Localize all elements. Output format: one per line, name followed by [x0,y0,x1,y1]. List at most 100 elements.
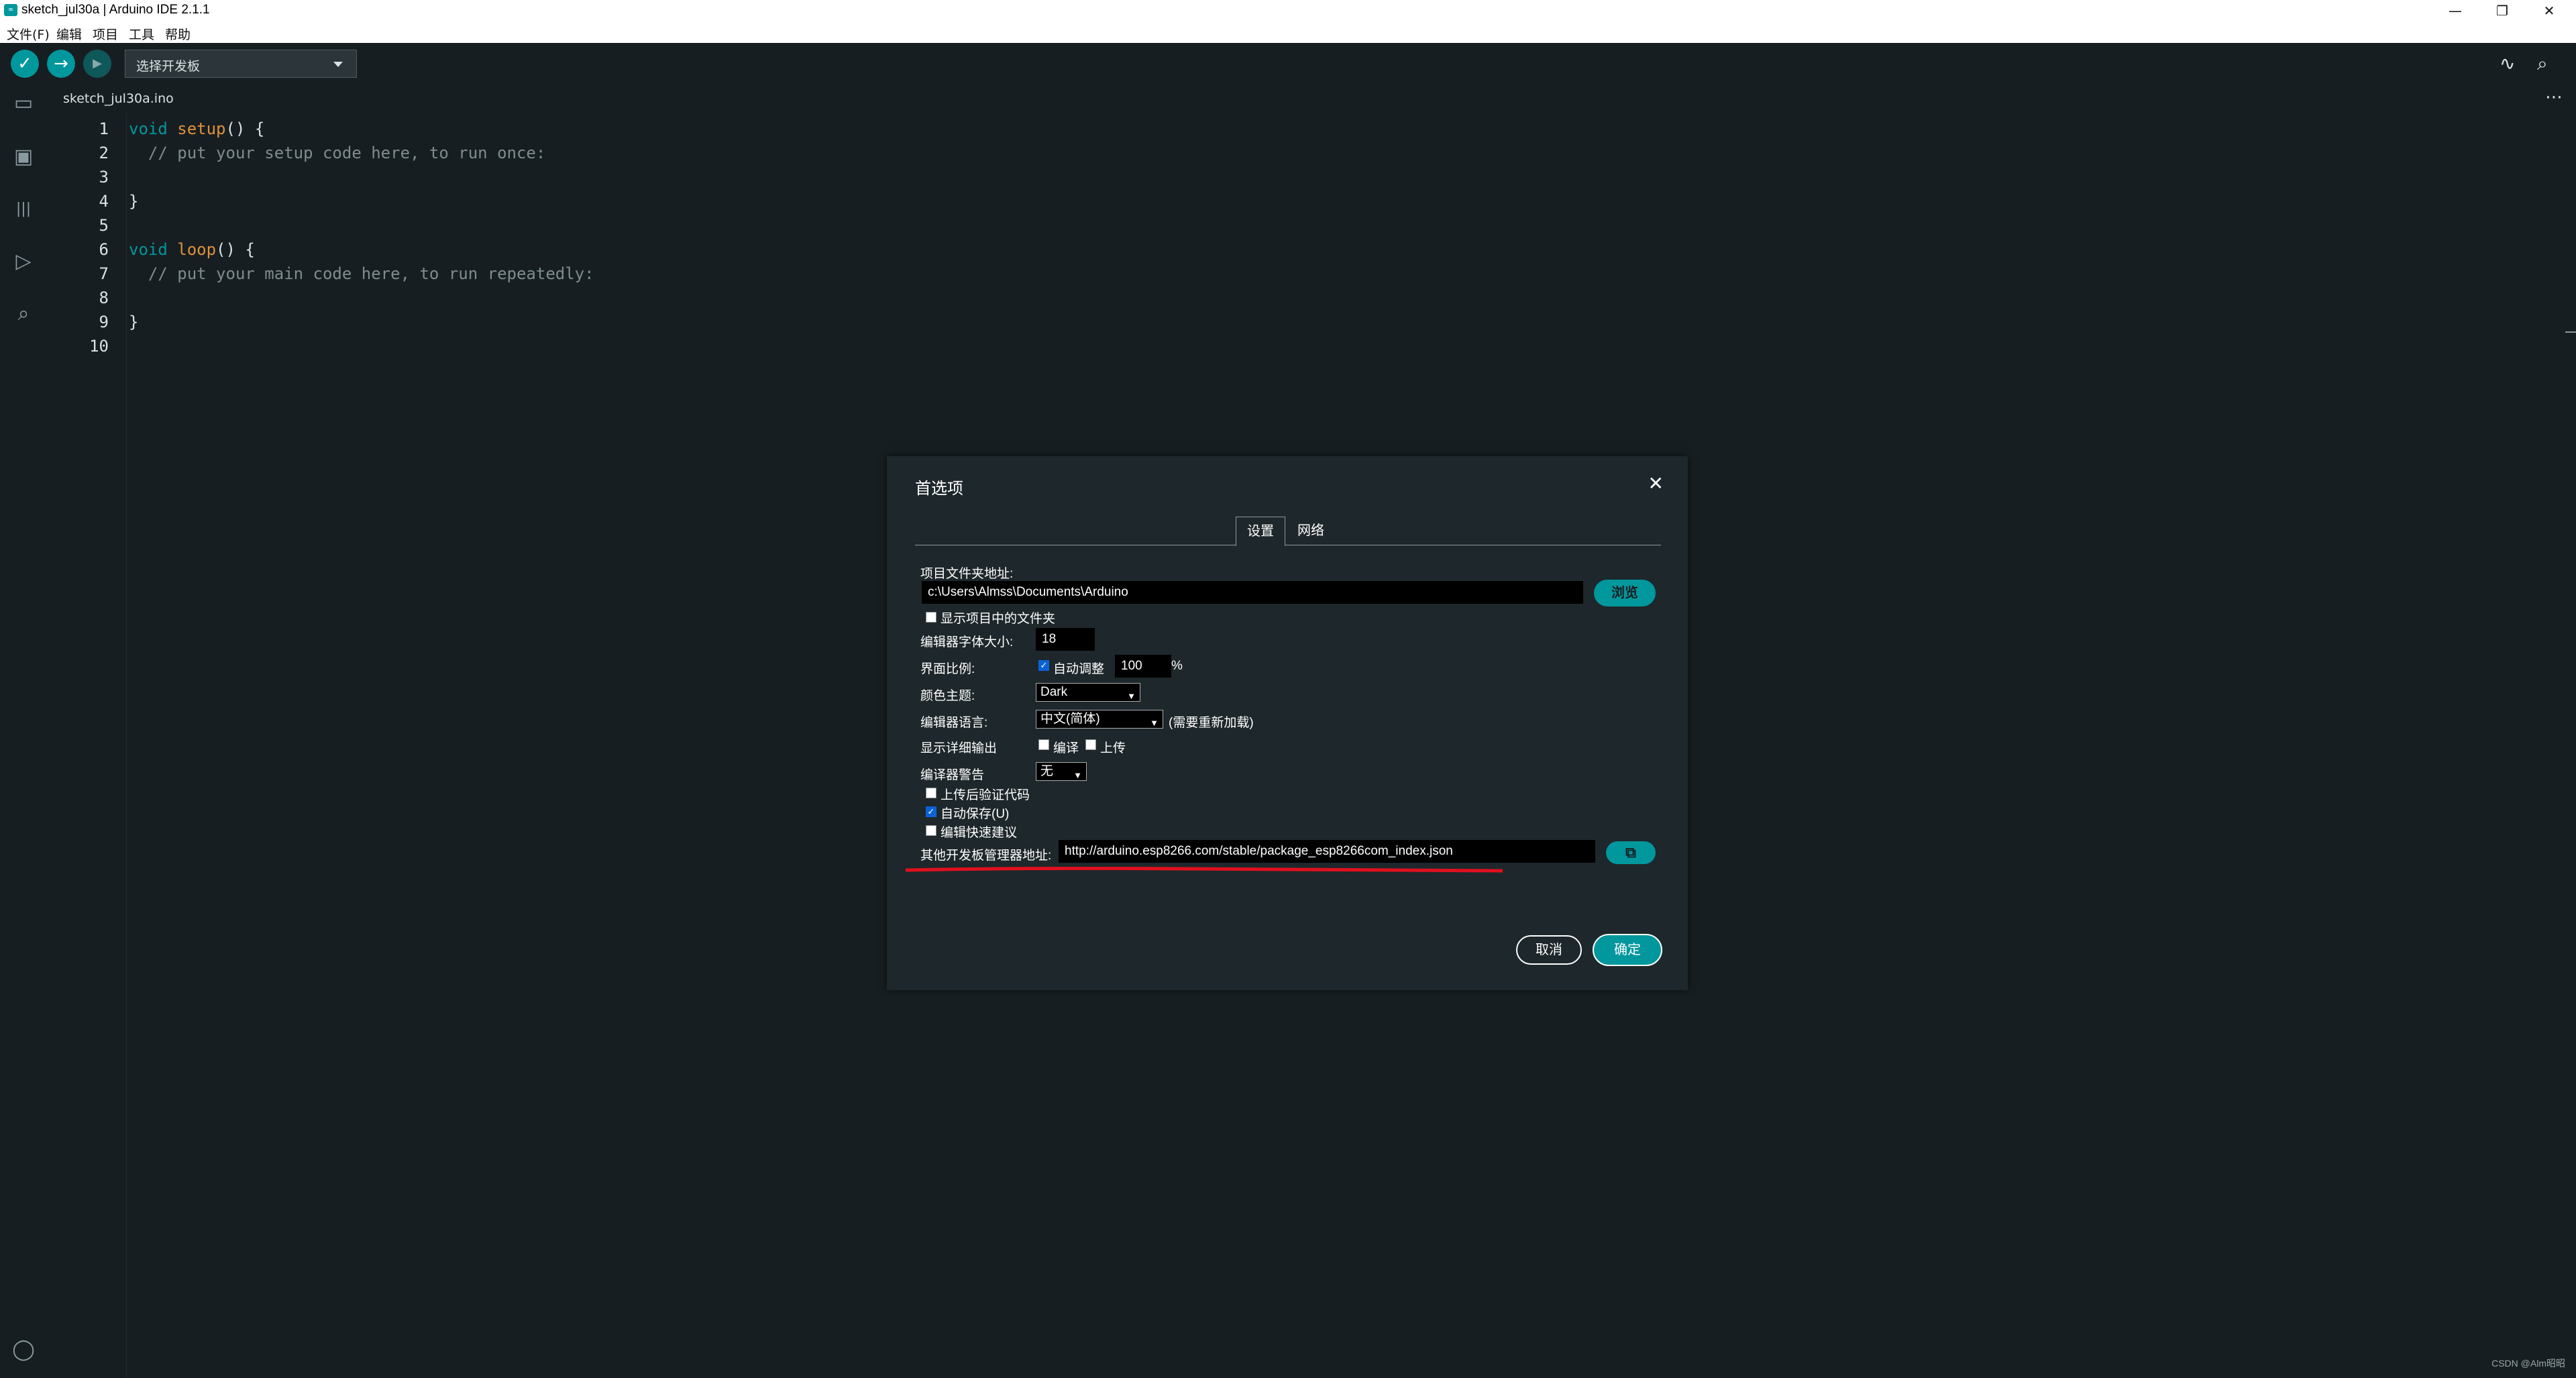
theme-select[interactable]: Dark ▼ [1036,683,1140,702]
compiler-warnings-select[interactable]: 无 ▼ [1036,762,1087,781]
keyword-token: void [129,119,168,138]
interface-scale-label: 界面比例: [920,662,975,676]
board-urls-input[interactable]: http://arduino.esp8266.com/stable/packag… [1059,840,1595,863]
red-annotation-underline [906,867,1503,873]
verify-after-upload-checkbox[interactable] [926,788,936,798]
line-number: 9 [99,313,109,331]
dialog-title: 首选项 [915,480,963,498]
code-line[interactable]: void loop() { [129,240,255,259]
preferences-dialog: 首选项 ✕ 设置 网络 项目文件夹地址: c:\Users\Almss\Docu… [887,456,1688,990]
sketchbook-location-label: 项目文件夹地址: [920,567,1014,581]
maximize-button[interactable]: ❐ [2475,0,2529,21]
line-number: 2 [99,144,109,162]
auto-save-checkbox[interactable]: ✓ [926,806,936,817]
auto-adjust-checkbox[interactable]: ✓ [1038,660,1049,671]
font-size-label: 编辑器字体大小: [920,635,1014,649]
menu-bar: 文件(F) 编辑 项目 工具 帮助 [0,21,2576,44]
function-name-token: setup [177,119,226,138]
serial-monitor-icon[interactable]: ⌕ [2537,52,2548,75]
chevron-down-icon: ▼ [1073,770,1082,780]
auto-save-label: 自动保存(U) [941,807,1010,821]
compiler-warnings-label: 编译器警告 [920,768,985,782]
debug-sidebar-icon[interactable]: ▷ [9,247,38,276]
verbose-compile-label: 编译 [1053,741,1079,755]
tab-network[interactable]: 网络 [1287,517,1335,545]
library-manager-icon[interactable]: ||| [9,195,38,224]
code-line[interactable]: // put your setup code here, to run once… [129,144,545,162]
code-line[interactable]: } [129,313,138,331]
window-title: sketch_jul30a | Arduino IDE 2.1.1 [21,3,210,17]
line-number: 6 [99,240,109,259]
quick-suggestions-checkbox[interactable] [926,825,936,836]
window-title-bar: ∞ sketch_jul30a | Arduino IDE 2.1.1 — ❐ … [0,0,2576,21]
gutter-divider [126,113,127,1378]
board-selector-label: 选择开发板 [136,59,201,74]
board-urls-label: 其他开发板管理器地址: [920,849,1052,863]
theme-label: 颜色主题: [920,689,975,703]
serial-plotter-icon[interactable]: ∿ [2500,52,2515,74]
keyword-token: void [129,240,168,259]
comment-token: // put your setup code here, to run once… [129,144,546,162]
sketchbook-folder-icon[interactable]: ▭ [9,89,38,118]
line-number: 1 [99,119,109,138]
debug-button[interactable]: ▶ [83,50,111,78]
theme-select-value: Dark [1040,685,1068,699]
menu-edit[interactable]: 编辑 [56,25,82,43]
tab-settings[interactable]: 设置 [1236,517,1285,546]
menu-file[interactable]: 文件(F) [7,25,50,43]
verbose-upload-checkbox[interactable] [1085,739,1096,750]
chevron-down-icon: ▼ [1127,691,1136,701]
search-icon[interactable]: ⌕ [9,299,38,329]
sketchbook-location-input[interactable]: c:\Users\Almss\Documents\Arduino [922,581,1583,604]
language-reload-note: (需要重新加载) [1169,716,1254,730]
menu-sketch[interactable]: 项目 [93,25,118,43]
arduino-logo-icon: ∞ [4,4,17,16]
punctuation-token: () { [216,240,255,259]
board-urls-edit-button[interactable]: ⧉ [1606,841,1656,864]
code-line[interactable]: // put your main code here, to run repea… [129,264,594,283]
scale-input[interactable]: 100 [1115,655,1171,678]
verify-button[interactable]: ✓ [11,50,39,78]
chevron-down-icon [333,62,343,67]
scale-unit: % [1171,659,1183,673]
browse-button[interactable]: 浏览 [1594,580,1656,606]
scrollbar-marker[interactable] [2565,331,2576,333]
editor-language-label: 编辑器语言: [920,716,988,730]
function-name-token: loop [177,240,217,259]
code-line[interactable]: void setup() { [129,119,264,138]
toolbar: ✓ → ▶ 选择开发板 ∿ ⌕ [0,43,2576,86]
close-window-button[interactable]: ✕ [2522,0,2576,21]
line-number: 8 [99,288,109,307]
minimize-button[interactable]: — [2428,0,2482,21]
chevron-down-icon: ▼ [1150,718,1159,728]
upload-button[interactable]: → [47,50,75,78]
line-number: 10 [89,337,109,356]
tab-sketch-file[interactable]: sketch_jul30a.ino [55,86,182,114]
comment-token: // put your main code here, to run repea… [129,264,594,283]
board-selector[interactable]: 选择开发板 [125,50,357,78]
boards-manager-icon[interactable]: ▣ [9,142,38,172]
language-select[interactable]: 中文(简体) ▼ [1036,710,1163,729]
show-files-label: 显示项目中的文件夹 [941,612,1056,626]
close-icon[interactable]: ✕ [1648,472,1664,494]
verbose-output-label: 显示详细输出 [920,741,998,755]
more-options-icon[interactable]: ⋯ [2545,87,2563,107]
verbose-compile-checkbox[interactable] [1038,739,1049,750]
editor-tab-bar: sketch_jul30a.ino ⋯ [47,86,2576,114]
menu-help[interactable]: 帮助 [165,25,191,43]
quick-suggestions-label: 编辑快速建议 [941,826,1018,840]
line-number: 5 [99,216,109,235]
show-files-checkbox[interactable] [926,612,936,623]
font-size-input[interactable]: 18 [1036,628,1095,651]
menu-tools[interactable]: 工具 [129,25,154,43]
line-number: 7 [99,264,109,283]
auto-adjust-label: 自动调整 [1053,662,1105,676]
watermark: CSDN @Alm昭昭 [2491,1358,2565,1369]
ok-button[interactable]: 确定 [1593,934,1662,966]
line-number: 3 [99,168,109,187]
account-icon[interactable]: ◯ [9,1335,38,1365]
cancel-button[interactable]: 取消 [1516,935,1582,965]
language-select-value: 中文(简体) [1040,712,1100,726]
code-line[interactable]: } [129,192,138,211]
verify-after-upload-label: 上传后验证代码 [941,788,1030,802]
